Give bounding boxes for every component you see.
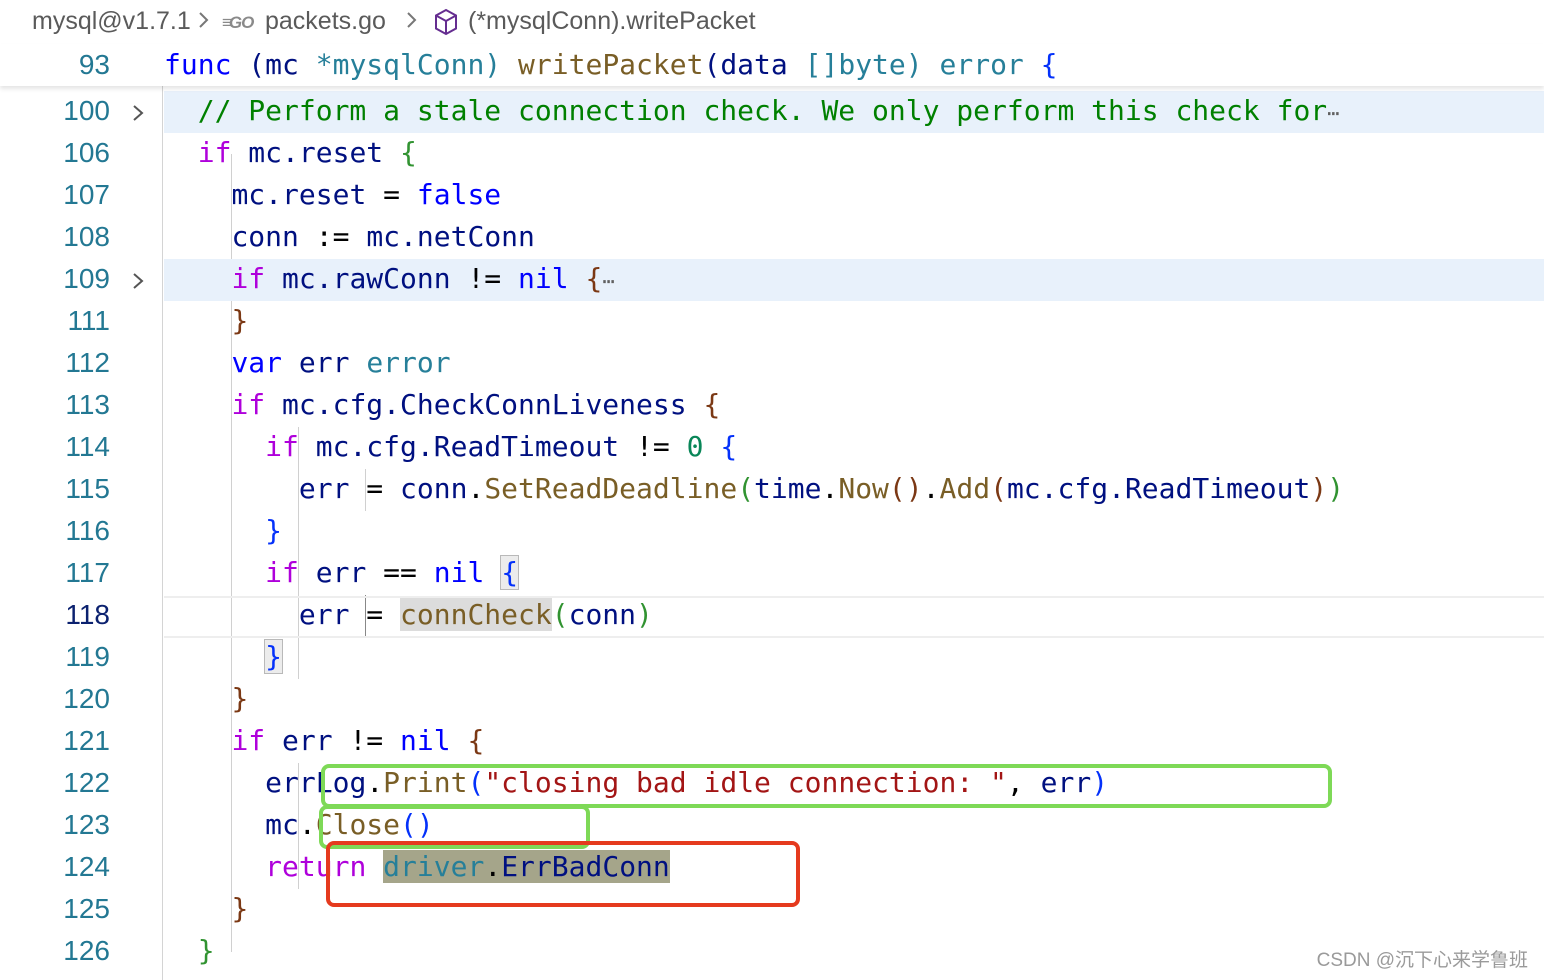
fold-chevron-right-icon[interactable] (131, 103, 145, 127)
line-number: 123 (63, 809, 110, 840)
folded-ellipsis-icon: ⋯ (602, 269, 615, 293)
breadcrumb-file[interactable]: packets.go (265, 7, 386, 36)
code-line[interactable]: 115 err = conn.SetReadDeadline(time.Now(… (0, 469, 1544, 511)
line-number: 115 (65, 473, 110, 504)
code-line[interactable]: 108 conn := mc.netConn (0, 217, 1544, 259)
code-line[interactable]: 109 if mc.rawConn != nil {⋯ (0, 259, 1544, 301)
line-number: 114 (65, 431, 110, 462)
code-text: } (231, 682, 249, 715)
line-number: 118 (65, 599, 110, 630)
sticky-func-signature: func (mc *mysqlConn) writePacket(data []… (164, 48, 1058, 81)
matching-bracket-open: { (500, 555, 520, 590)
annotation-box-red (326, 841, 800, 907)
line-number: 122 (63, 767, 110, 798)
breadcrumb: mysql@v1.7.1 ≡GO packets.go (*mysqlConn)… (0, 0, 1544, 44)
line-number: 120 (63, 683, 110, 714)
sticky-line-number: 93 (78, 49, 110, 80)
code-text: err = connCheck(conn) (298, 598, 653, 631)
line-number: 124 (63, 851, 110, 882)
code-line[interactable]: 111 } (0, 301, 1544, 343)
line-number: 111 (67, 305, 110, 336)
line-number: 113 (65, 389, 110, 420)
watermark: CSDN @沉下心来学鲁班 (1316, 950, 1528, 971)
code-line[interactable]: 120 } (0, 679, 1544, 721)
code-text: mc.reset = false (231, 178, 502, 211)
breadcrumb-module[interactable]: mysql@v1.7.1 (32, 7, 191, 36)
code-line[interactable]: 106 if mc.reset { (0, 133, 1544, 175)
code-text: err = conn.SetReadDeadline(time.Now().Ad… (298, 472, 1345, 505)
line-number: 121 (63, 725, 110, 756)
code-text: if mc.cfg.ReadTimeout != 0 { (265, 430, 738, 463)
method-cube-icon (433, 8, 459, 43)
folded-ellipsis-icon: ⋯ (1327, 101, 1340, 125)
code-line[interactable]: 116 } (0, 511, 1544, 553)
fold-chevron-right-icon[interactable] (131, 271, 145, 295)
code-text: } (231, 892, 249, 925)
code-text: if mc.cfg.CheckConnLiveness { (231, 388, 721, 421)
chevron-right-icon (198, 9, 210, 38)
code-line[interactable]: 117 if err == nil { (0, 553, 1544, 595)
go-file-icon: ≡GO (222, 13, 254, 32)
line-number: 100 (63, 95, 110, 126)
line-number: 125 (63, 893, 110, 924)
code-line[interactable]: 100 // Perform a stale connection check.… (0, 91, 1544, 133)
breadcrumb-symbol[interactable]: (*mysqlConn).writePacket (468, 7, 756, 36)
line-number: 108 (63, 221, 110, 252)
code-line[interactable]: 121 if err != nil { (0, 721, 1544, 763)
code-line[interactable]: 126 } (0, 931, 1544, 973)
code-line[interactable]: 114 if mc.cfg.ReadTimeout != 0 { (0, 427, 1544, 469)
line-number: 109 (63, 263, 110, 294)
line-number: 126 (63, 935, 110, 966)
code-text: var err error (231, 346, 451, 379)
sticky-scroll-line[interactable]: 93 func (mc *mysqlConn) writePacket(data… (0, 44, 1544, 86)
code-text: if mc.rawConn != nil {⋯ (231, 262, 615, 295)
chevron-right-icon (406, 9, 418, 38)
code-text: // Perform a stale connection check. We … (197, 94, 1340, 127)
code-text: } (164, 639, 284, 674)
code-text: } (231, 304, 249, 337)
line-number: 112 (65, 347, 110, 378)
code-line[interactable]: 113 if mc.cfg.CheckConnLiveness { (0, 385, 1544, 427)
line-number: 106 (63, 137, 110, 168)
line-number: 117 (65, 557, 110, 588)
line-number: 116 (65, 515, 110, 546)
code-text: } (197, 934, 215, 967)
code-text: conn := mc.netConn (231, 220, 535, 253)
annotation-box-green (321, 764, 1332, 808)
highlighted-symbol: connCheck (400, 598, 552, 631)
code-text: if mc.reset { (197, 136, 417, 169)
line-number: 107 (63, 179, 110, 210)
code-line[interactable]: 119 } (0, 637, 1544, 679)
matching-bracket-close: } (264, 639, 284, 674)
line-number: 119 (65, 641, 110, 672)
code-line[interactable]: 107 mc.reset = false (0, 175, 1544, 217)
code-line[interactable]: 112 var err error (0, 343, 1544, 385)
code-text: if err != nil { (231, 724, 485, 757)
code-text: } (265, 514, 283, 547)
code-text: if err == nil { (265, 555, 520, 590)
code-line-current[interactable]: 118 err = connCheck(conn) (0, 595, 1544, 638)
